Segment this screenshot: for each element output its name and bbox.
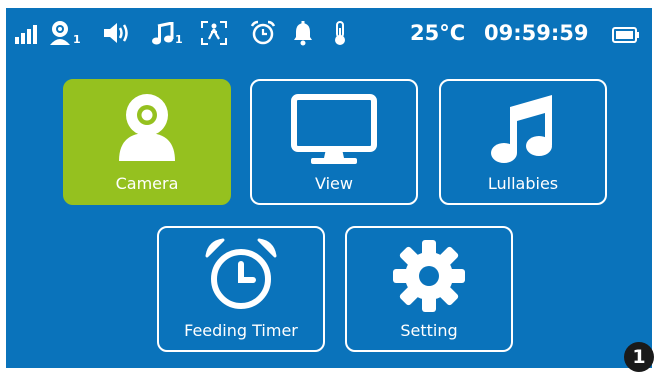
device-screen: 1 1 25°C 09:59:59 Camera View Lullabies … bbox=[6, 8, 652, 368]
menu-label-view: View bbox=[315, 174, 353, 193]
camera-icon bbox=[119, 94, 175, 161]
monitor-icon bbox=[291, 94, 377, 164]
temperature-readout: 25°C bbox=[410, 21, 466, 45]
camera-status: 1 bbox=[48, 20, 81, 46]
walking-icon bbox=[200, 20, 228, 46]
bell-icon bbox=[292, 20, 314, 46]
alarm-clock-icon bbox=[205, 238, 277, 309]
alarm-clock-icon bbox=[250, 20, 276, 46]
signal-icon bbox=[14, 20, 38, 46]
menu-label-feeding-timer: Feeding Timer bbox=[184, 321, 298, 340]
battery-icon bbox=[612, 20, 640, 46]
menu-tile-lullabies[interactable]: Lullabies bbox=[439, 79, 607, 205]
camera-channel: 1 bbox=[73, 33, 81, 46]
lullaby-channel: 1 bbox=[175, 33, 183, 46]
menu-label-lullabies: Lullabies bbox=[487, 174, 559, 193]
music-status: 1 bbox=[152, 20, 183, 46]
menu-tile-setting[interactable]: Setting bbox=[345, 226, 513, 352]
menu-tile-feeding-timer[interactable]: Feeding Timer bbox=[157, 226, 325, 352]
camera-icon bbox=[50, 21, 70, 45]
music-icon bbox=[152, 22, 174, 45]
menu-label-setting: Setting bbox=[400, 321, 458, 340]
menu-tile-camera[interactable]: Camera bbox=[63, 79, 231, 205]
music-note-icon bbox=[491, 95, 552, 163]
status-bar: 1 1 25°C 09:59:59 bbox=[6, 8, 652, 58]
menu-label-camera: Camera bbox=[115, 174, 179, 193]
callout-number-badge: 1 bbox=[624, 342, 654, 372]
gear-icon bbox=[393, 240, 465, 312]
clock-readout: 09:59:59 bbox=[484, 21, 589, 45]
volume-icon bbox=[102, 20, 134, 46]
menu-tile-view[interactable]: View bbox=[250, 79, 418, 205]
thermometer-icon bbox=[332, 20, 348, 46]
